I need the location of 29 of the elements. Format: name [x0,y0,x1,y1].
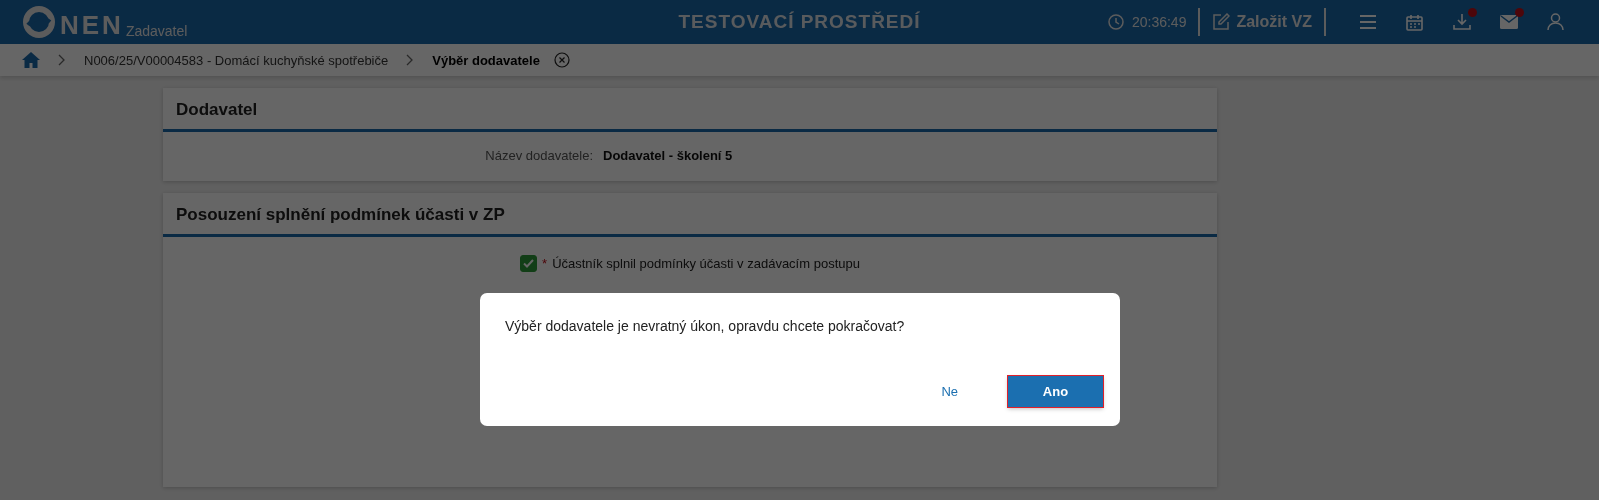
mail-icon[interactable] [1499,15,1518,29]
checkmark-icon [523,259,535,268]
cancel-button[interactable]: Ne [919,376,980,407]
download-icon[interactable] [1452,13,1471,31]
environment-title: TESTOVACÍ PROSTŘEDÍ [678,11,921,32]
chevron-icon [406,54,415,66]
chevron-icon [58,54,66,66]
section-title: Dodavatel [163,88,1217,132]
required-mark: * [542,256,548,271]
user-icon[interactable] [1547,13,1564,31]
menu-icon[interactable] [1358,14,1377,30]
dialog-message: Výběr dodavatele je nevratný úkon, opravdu chcete pokračovat? [505,318,906,334]
edit-icon [1212,13,1231,31]
breadcrumb-item: Výběr dodavatele [432,52,540,68]
home-icon[interactable] [22,52,40,68]
field-value: Dodavatel - školení 5 [603,148,733,163]
logo-icon [22,5,56,39]
clock-time: 20:36:49 [1131,14,1187,30]
checkbox-label: Účastník splnil podmínky účasti v zadávacím postupu [552,256,860,271]
logo-text: NEN [60,12,124,38]
clock-icon [1107,14,1124,30]
calendar-icon[interactable] [1406,13,1423,31]
section-title: Posouzení splnění podmínek účasti v ZP [163,193,1217,237]
checkbox[interactable] [520,255,538,272]
field-label: Název dodavatele: [485,148,593,163]
logo-subtitle: Zadavatel [125,24,188,38]
confirm-button[interactable]: Ano [1008,376,1103,407]
close-icon[interactable] [553,52,570,68]
breadcrumb-item[interactable]: N006/25/V00004583 - Domácí kuchyňské spotřebiče [84,52,389,68]
